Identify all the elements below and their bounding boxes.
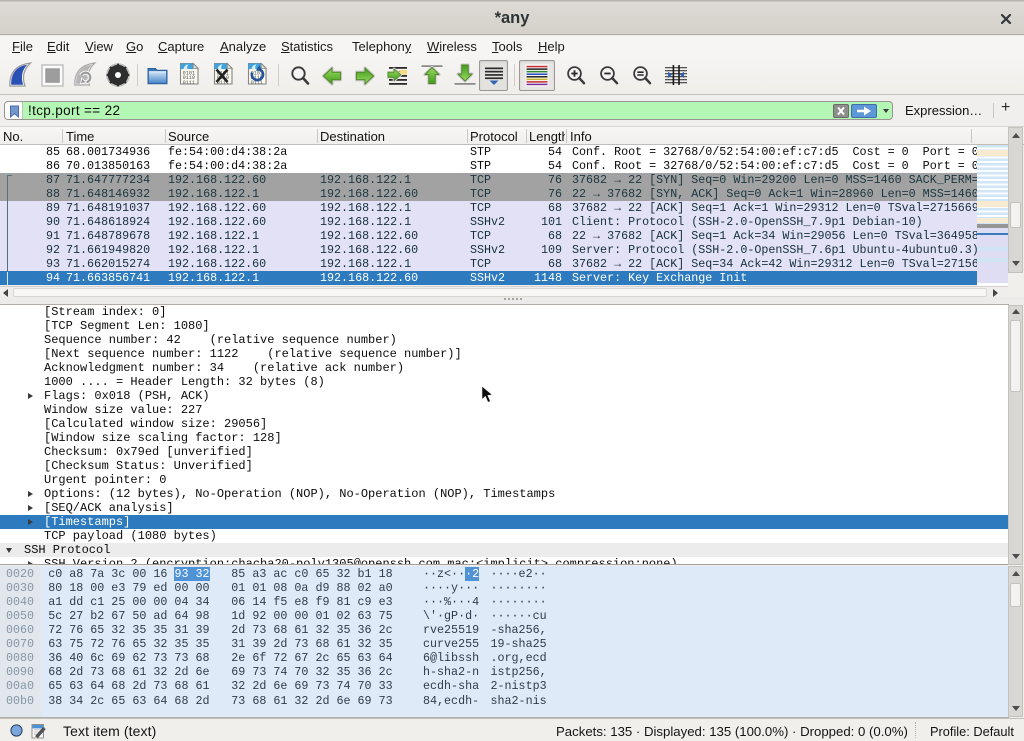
- svg-text:0111: 0111: [183, 80, 195, 86]
